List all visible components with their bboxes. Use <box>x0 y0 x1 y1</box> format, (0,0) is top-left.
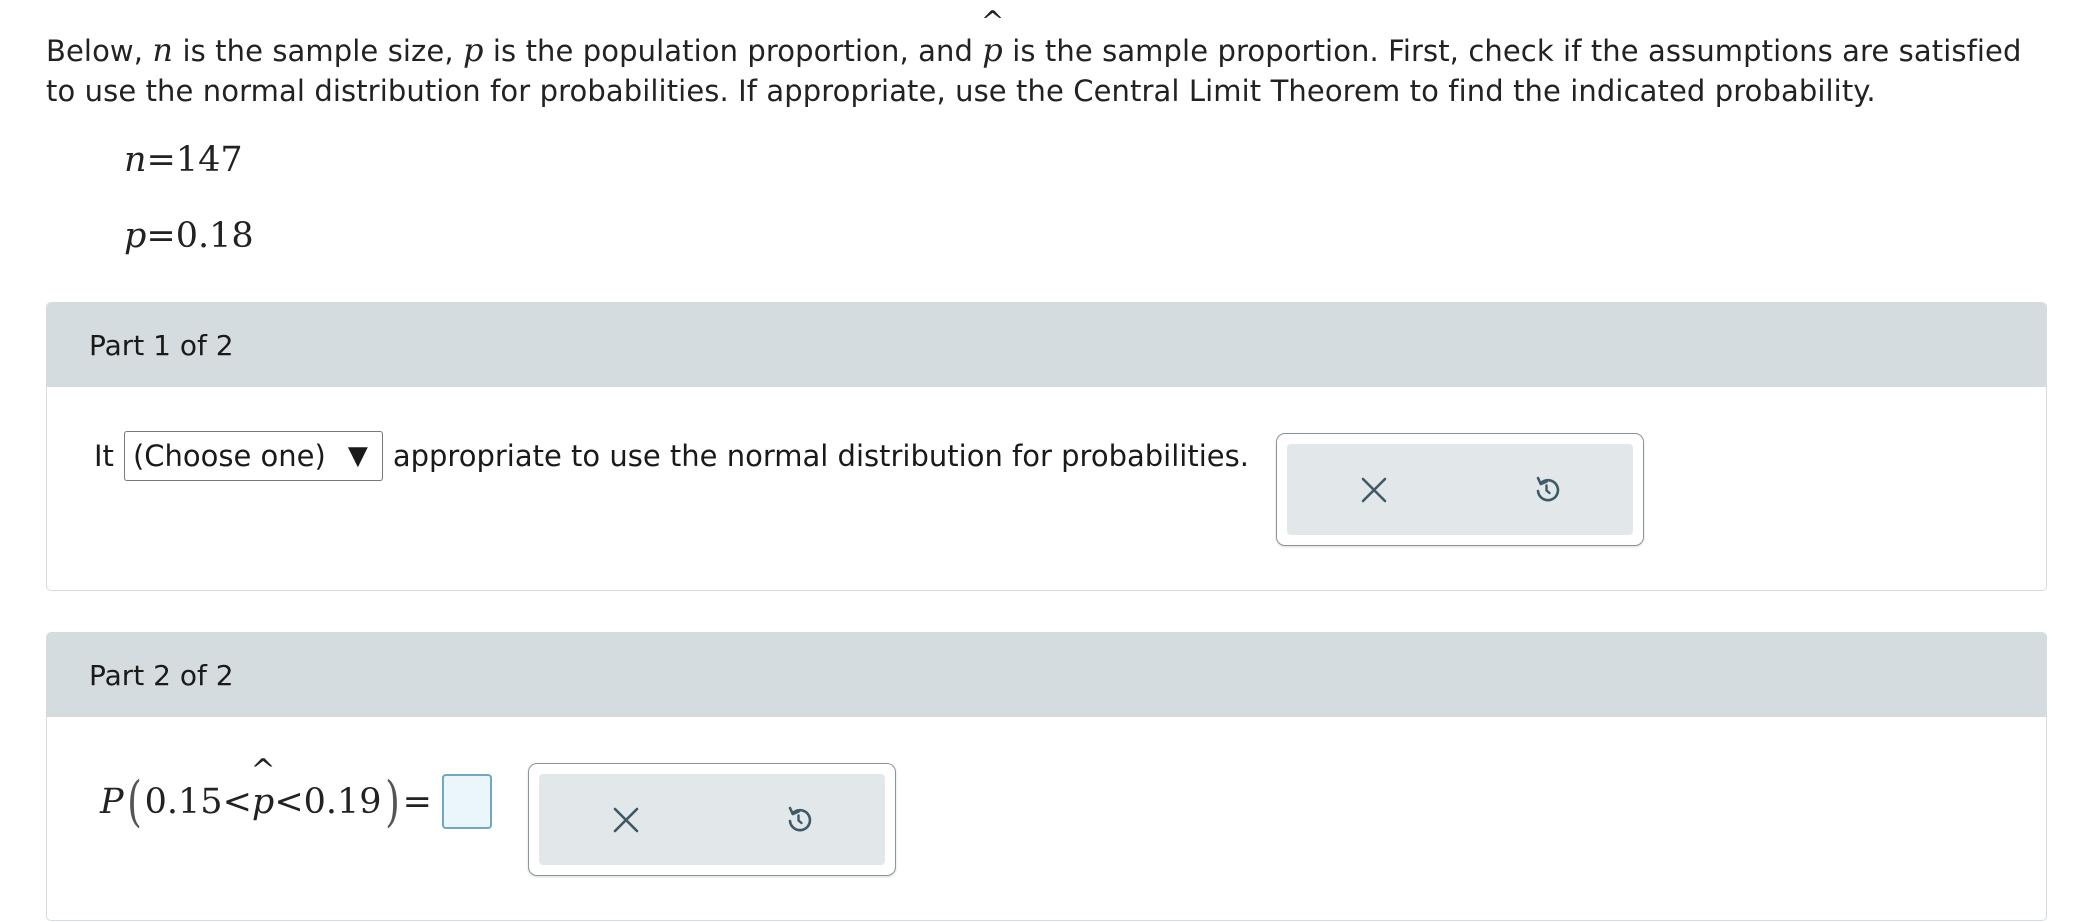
part-2-toolbox <box>528 763 896 876</box>
given-p-var: p <box>124 216 147 256</box>
hat-caret: ^ <box>250 752 276 788</box>
hat-caret: ^ <box>980 5 1005 38</box>
part-1-toolbox-inner <box>1287 444 1633 535</box>
intro-text-1: Below, <box>46 34 153 68</box>
part-1-toolbox <box>1276 433 1644 546</box>
undo-icon <box>788 806 811 831</box>
given-n-value: =147 <box>146 140 243 180</box>
problem-statement: Below, n is the sample size, p is the po… <box>46 5 2046 111</box>
expr-left: 0.15< <box>144 781 252 822</box>
close-icon <box>1361 477 1386 502</box>
expr-p-hat: ^ p <box>250 752 276 822</box>
expr-right: <0.19 <box>274 781 382 822</box>
expr-close-paren: ) <box>384 770 400 833</box>
given-p-value: =0.18 <box>146 216 254 256</box>
part-2-clear-button[interactable] <box>596 790 656 850</box>
var-n: n <box>152 31 174 69</box>
part-1-panel: Part 1 of 2 It (Choose one) ▼ appropriat… <box>46 302 2047 591</box>
expr-open-paren: ( <box>126 770 142 833</box>
given-n: n=147 <box>124 140 243 180</box>
given-n-var: n <box>124 140 147 180</box>
given-p: p=0.18 <box>124 216 254 256</box>
part-1-clear-button[interactable] <box>1344 460 1404 520</box>
expr-P: P <box>100 781 124 822</box>
var-p-hat: ^ p <box>980 5 1005 70</box>
part-1-question: It (Choose one) ▼ appropriate to use the… <box>94 431 1249 481</box>
appropriateness-dropdown[interactable]: (Choose one) ▼ <box>123 431 383 481</box>
undo-icon <box>1536 476 1559 501</box>
part-1-prefix: It <box>94 439 114 473</box>
part-2-undo-button[interactable] <box>769 790 829 850</box>
part-1-suffix: appropriate to use the normal distributi… <box>392 439 1249 473</box>
close-icon <box>613 807 638 832</box>
intro-text-3: is the population proportion, and <box>483 34 983 68</box>
intro-text-2: is the sample size, <box>173 34 463 68</box>
part-1-header: Part 1 of 2 <box>47 303 2046 387</box>
dropdown-value: (Choose one) <box>132 439 326 473</box>
part-2-toolbox-inner <box>539 774 885 865</box>
part-2-header: Part 2 of 2 <box>47 633 2046 717</box>
dropdown-arrow-icon: ▼ <box>347 441 368 471</box>
probability-expression: P(0.15< ^ p <0.19) = <box>100 752 492 833</box>
part-1-undo-button[interactable] <box>1517 460 1577 520</box>
var-p: p <box>462 31 484 69</box>
probability-answer-input[interactable] <box>441 774 492 829</box>
expr-equals: = <box>402 781 432 822</box>
part-2-panel: Part 2 of 2 P(0.15< ^ p <0.19) = <box>46 632 2047 921</box>
